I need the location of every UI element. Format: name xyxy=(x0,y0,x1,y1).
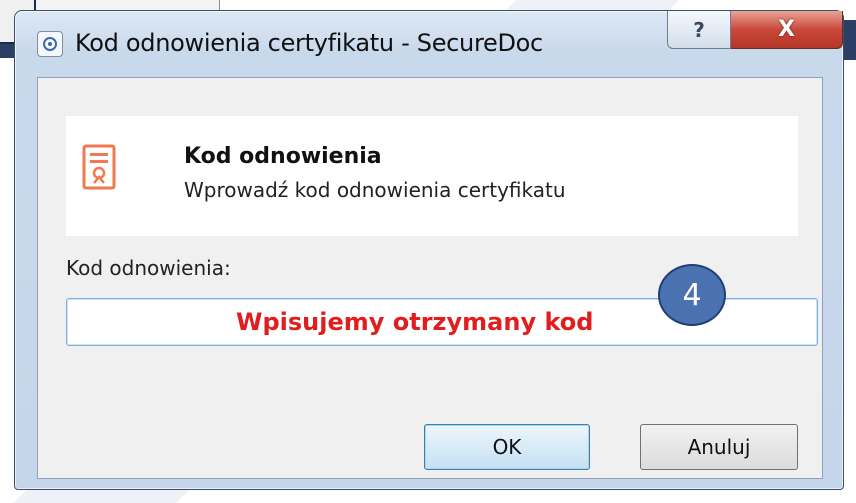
header-title: Kod odnowienia xyxy=(184,144,382,169)
renewal-code-label: Kod odnowienia: xyxy=(66,256,231,280)
window-title: Kod odnowienia certyfikatu - SecureDoc xyxy=(75,29,543,57)
step-number: 4 xyxy=(682,277,702,313)
help-icon: ? xyxy=(693,17,705,42)
annotation-text: Wpisujemy otrzymany kod xyxy=(236,308,594,336)
dialog-client-area: Kod odnowienia Wprowadź kod odnowienia c… xyxy=(37,77,823,479)
cancel-button[interactable]: Anuluj xyxy=(640,424,798,470)
header-subtitle: Wprowadź kod odnowienia certyfikatu xyxy=(184,178,566,202)
help-button[interactable]: ? xyxy=(667,11,731,49)
header-panel xyxy=(66,116,798,236)
ok-button[interactable]: OK xyxy=(424,424,590,470)
dialog-window: Kod odnowienia certyfikatu - SecureDoc ?… xyxy=(14,10,844,490)
close-button[interactable]: X xyxy=(731,11,843,49)
step-number-badge: 4 xyxy=(658,264,726,326)
certificate-icon xyxy=(82,144,116,190)
app-logo-icon xyxy=(43,37,57,51)
title-bar[interactable]: Kod odnowienia certyfikatu - SecureDoc ?… xyxy=(15,11,843,71)
caption-buttons: ? X xyxy=(667,11,843,51)
securedoc-app-icon xyxy=(37,31,63,57)
close-icon: X xyxy=(778,17,795,42)
